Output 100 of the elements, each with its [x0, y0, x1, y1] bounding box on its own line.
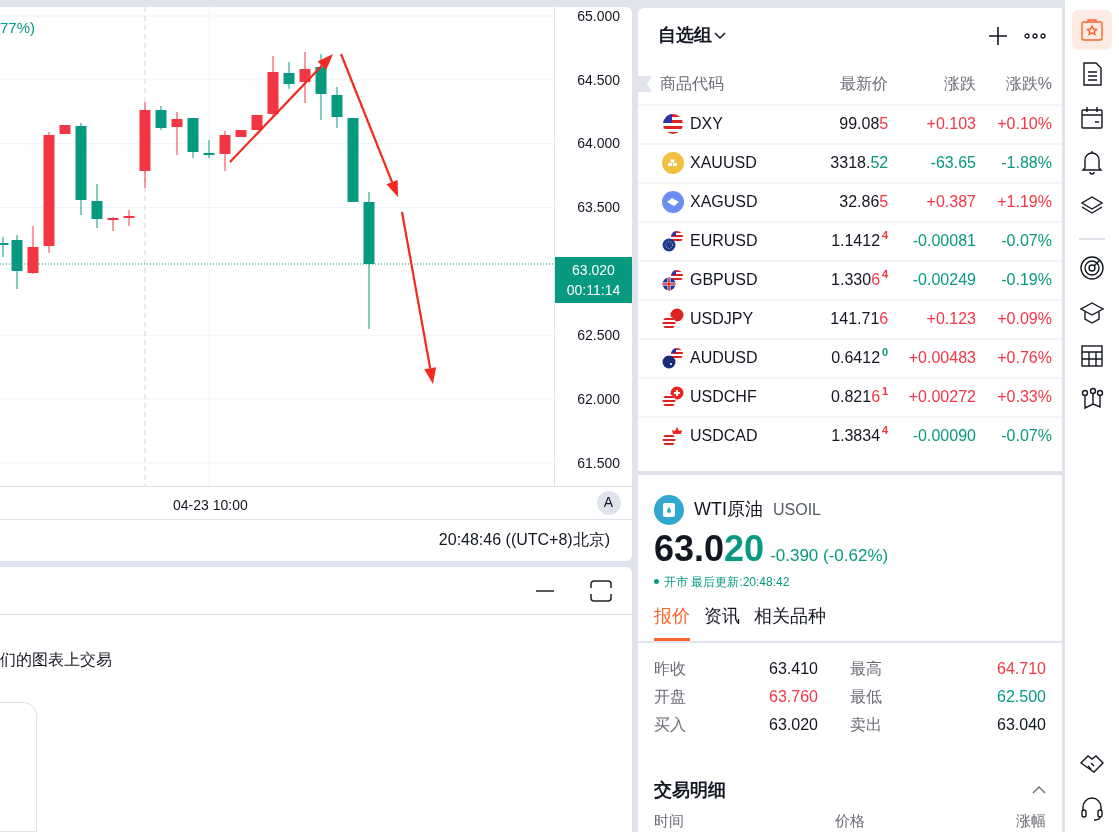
price-last-digits: 6 — [871, 270, 881, 291]
price-axis-label: 61.500 — [577, 455, 620, 470]
price-axis-label: 62.500 — [577, 328, 620, 342]
tab[interactable]: 资讯 — [704, 602, 740, 641]
oil-drop-icon — [654, 494, 684, 525]
pip-digit: 4 — [882, 229, 889, 242]
price-axis-label: 63.500 — [577, 200, 620, 215]
stat-value: 63.410 — [768, 658, 819, 679]
stat-value: 63.760 — [768, 686, 819, 707]
candlestick — [219, 130, 231, 172]
column-header[interactable]: 商品代码 — [660, 71, 795, 96]
candlestick — [283, 61, 295, 90]
candlestick — [235, 129, 247, 138]
currency-pair-flag-icon — [662, 308, 684, 331]
candlestick — [331, 86, 343, 129]
change-percent-text: -0.07% — [1000, 231, 1052, 252]
change-percent-text: -0.19% — [1000, 270, 1052, 291]
column-header[interactable]: 最新价 — [794, 71, 889, 96]
price-text: 0.6412 — [831, 348, 881, 369]
symbol-text: USDCAD — [690, 426, 758, 447]
candlestick — [0, 236, 9, 258]
pip-digit: 4 — [882, 268, 889, 281]
watchlist-row[interactable]: DXY 99.085 +0.103 +0.10% — [638, 103, 1062, 143]
price-last-digits: 5 — [879, 114, 889, 135]
candlestick — [299, 51, 311, 104]
change-text: +0.00483 — [907, 348, 976, 369]
time-axis-label: 04-23 10:00 — [173, 495, 248, 515]
candlestick — [171, 111, 183, 156]
stat-label: 买入 — [654, 714, 687, 735]
symbol-text: GBPUSD — [690, 270, 758, 291]
price-text: 3318. — [830, 153, 871, 174]
symbol-text: DXY — [690, 114, 723, 135]
chevron-down-icon — [714, 31, 726, 40]
minimize-icon[interactable] — [536, 588, 554, 593]
candlestick — [267, 55, 279, 119]
price-text: 1.1412 — [831, 231, 881, 252]
instrument-symbol: USOIL — [773, 499, 821, 520]
symbol-text: USDJPY — [690, 309, 754, 330]
change-text: +0.00272 — [907, 387, 976, 408]
candlestick — [91, 183, 103, 229]
change-percent-text: +0.09% — [996, 309, 1052, 330]
candlestick — [203, 139, 215, 159]
currency-pair-flag-icon — [662, 347, 684, 370]
flag-icon — [662, 113, 684, 136]
pip-digit: 1 — [882, 385, 889, 398]
stat-label: 最高 — [850, 658, 883, 679]
currency-pair-flag-icon — [662, 425, 684, 448]
stat-value: 62.500 — [996, 686, 1046, 707]
more-icon[interactable] — [1024, 32, 1046, 39]
price-last-digits: 5 — [879, 192, 889, 213]
change-percent-text: +0.10% — [996, 114, 1052, 135]
stat-value: 64.710 — [996, 658, 1046, 679]
stat-label: 卖出 — [850, 714, 883, 735]
column-header[interactable]: 涨跌 — [888, 71, 976, 96]
market-status-text: 开市 最后更新:20:48:42 — [664, 573, 790, 591]
last-price: 63.020 — [654, 526, 765, 571]
stat-label: 昨收 — [654, 658, 687, 679]
watchlist-star-icon — [1078, 16, 1106, 44]
change-text: +0.123 — [925, 309, 976, 330]
price-axis-label: 65.000 — [577, 8, 620, 23]
auto-scale-button[interactable]: A — [596, 490, 621, 515]
watchlist-row[interactable]: XAGUSD 32.865 +0.387 +1.19% — [638, 181, 1062, 221]
watchlist-group-dropdown[interactable]: 自选组 — [658, 22, 726, 50]
price-last-digits: 6 — [871, 387, 881, 408]
column-header: 涨幅 — [1016, 810, 1046, 831]
stat-label: 最低 — [850, 686, 883, 707]
column-header[interactable]: 涨跌% — [975, 71, 1052, 96]
candlestick — [155, 105, 167, 131]
pip-digit: 4 — [882, 424, 889, 437]
candlestick — [251, 114, 263, 131]
watchlist-star-button[interactable] — [1072, 10, 1112, 50]
change-text: +0.387 — [925, 192, 976, 213]
price-change-text: -0.390 (-0.62%) — [770, 544, 889, 567]
add-icon[interactable] — [988, 25, 1008, 46]
pip-digit: 0 — [882, 346, 889, 359]
price-text: 141.71 — [830, 309, 880, 330]
table-icon — [1078, 342, 1106, 370]
price-text: 32.86 — [839, 192, 880, 213]
watchlist-row[interactable]: USDJPY 141.716 +0.123 +0.09% — [638, 298, 1062, 338]
maximize-icon[interactable] — [590, 579, 612, 602]
symbol-text: XAUUSD — [690, 153, 757, 174]
instrument-name: WTI原油 — [694, 498, 763, 521]
watchlist-row[interactable]: XAUUSD 3318.52 -63.65 -1.88% — [638, 142, 1062, 182]
chevron-up-icon[interactable] — [1032, 786, 1046, 794]
headset-icon — [1078, 794, 1106, 822]
column-header: 价格 — [835, 810, 865, 831]
symbol-text: XAGUSD — [690, 192, 758, 213]
stat-value: 63.020 — [768, 714, 819, 735]
tab[interactable]: 相关品种 — [754, 602, 826, 641]
price-axis-label: 64.000 — [577, 136, 620, 151]
change-percent-text: +0.76% — [996, 348, 1052, 369]
candlestick — [187, 117, 199, 159]
change-text: -0.00249 — [911, 270, 976, 291]
candlestick — [59, 124, 71, 135]
column-header: 时间 — [654, 810, 684, 831]
change-text: +0.103 — [925, 114, 976, 135]
change-percent-text: +1.19% — [996, 192, 1052, 213]
price-axis-label: 62.000 — [577, 391, 620, 406]
symbol-text: AUDUSD — [690, 348, 758, 369]
currency-pair-flag-icon — [662, 230, 684, 253]
